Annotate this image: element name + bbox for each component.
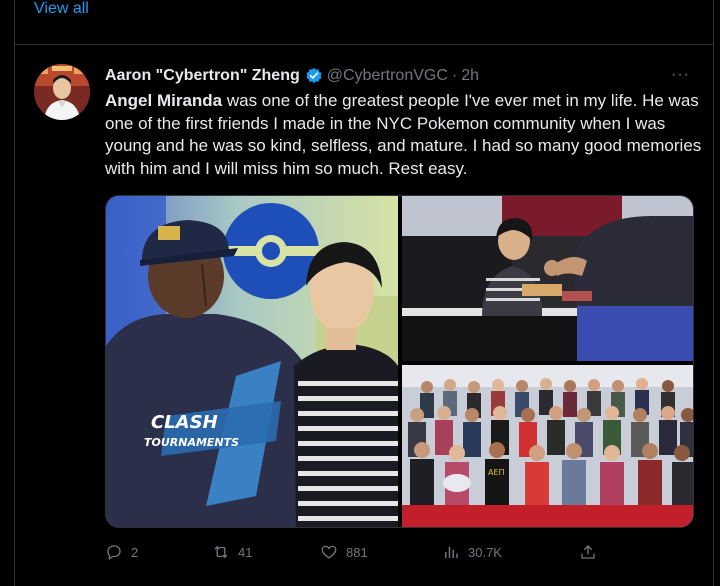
media-grid[interactable]: CLASH TOURNAMENTS AEΠ — [105, 195, 694, 528]
reply-icon — [107, 545, 121, 561]
avatar[interactable] — [34, 64, 90, 120]
photo-top-right[interactable] — [402, 196, 693, 361]
reply-count: 2 — [131, 544, 139, 560]
mention-name[interactable]: Angel Miranda — [105, 91, 222, 110]
photo-left[interactable]: CLASH TOURNAMENTS — [106, 196, 398, 527]
shirt-text-1: CLASH — [151, 412, 218, 433]
like-count: 881 — [346, 544, 368, 560]
share-icon — [581, 545, 595, 559]
view-all-link[interactable]: View all — [34, 0, 89, 18]
views-button[interactable]: 30.7K — [442, 541, 502, 563]
photo-bottom-right[interactable]: AEΠ — [402, 365, 693, 527]
like-icon — [321, 545, 337, 559]
reply-button[interactable]: 2 — [105, 541, 138, 563]
verified-icon — [305, 67, 323, 85]
repost-button[interactable]: 41 — [212, 541, 252, 563]
tweet-header: Aaron "Cybertron" Zheng @CybertronVGC · … — [105, 65, 479, 87]
action-bar: 2 41 881 30.7K — [105, 541, 605, 563]
shirt-text-2: TOURNAMENTS — [144, 436, 239, 449]
divider — [15, 44, 713, 45]
share-button[interactable] — [579, 541, 597, 563]
like-button[interactable]: 881 — [320, 541, 368, 563]
author-name[interactable]: Aaron "Cybertron" Zheng — [105, 67, 300, 85]
shirt-text-small: AEΠ — [488, 468, 505, 477]
separator-dot: · — [451, 67, 458, 84]
more-icon[interactable]: ··· — [671, 66, 690, 84]
timestamp[interactable]: 2h — [461, 67, 479, 85]
views-icon — [445, 546, 458, 558]
views-count: 30.7K — [468, 544, 502, 560]
tweet-text: Angel Miranda was one of the greatest pe… — [105, 90, 705, 180]
repost-count: 41 — [238, 544, 253, 560]
repost-icon — [214, 545, 228, 559]
author-handle[interactable]: @CybertronVGC — [327, 67, 448, 85]
